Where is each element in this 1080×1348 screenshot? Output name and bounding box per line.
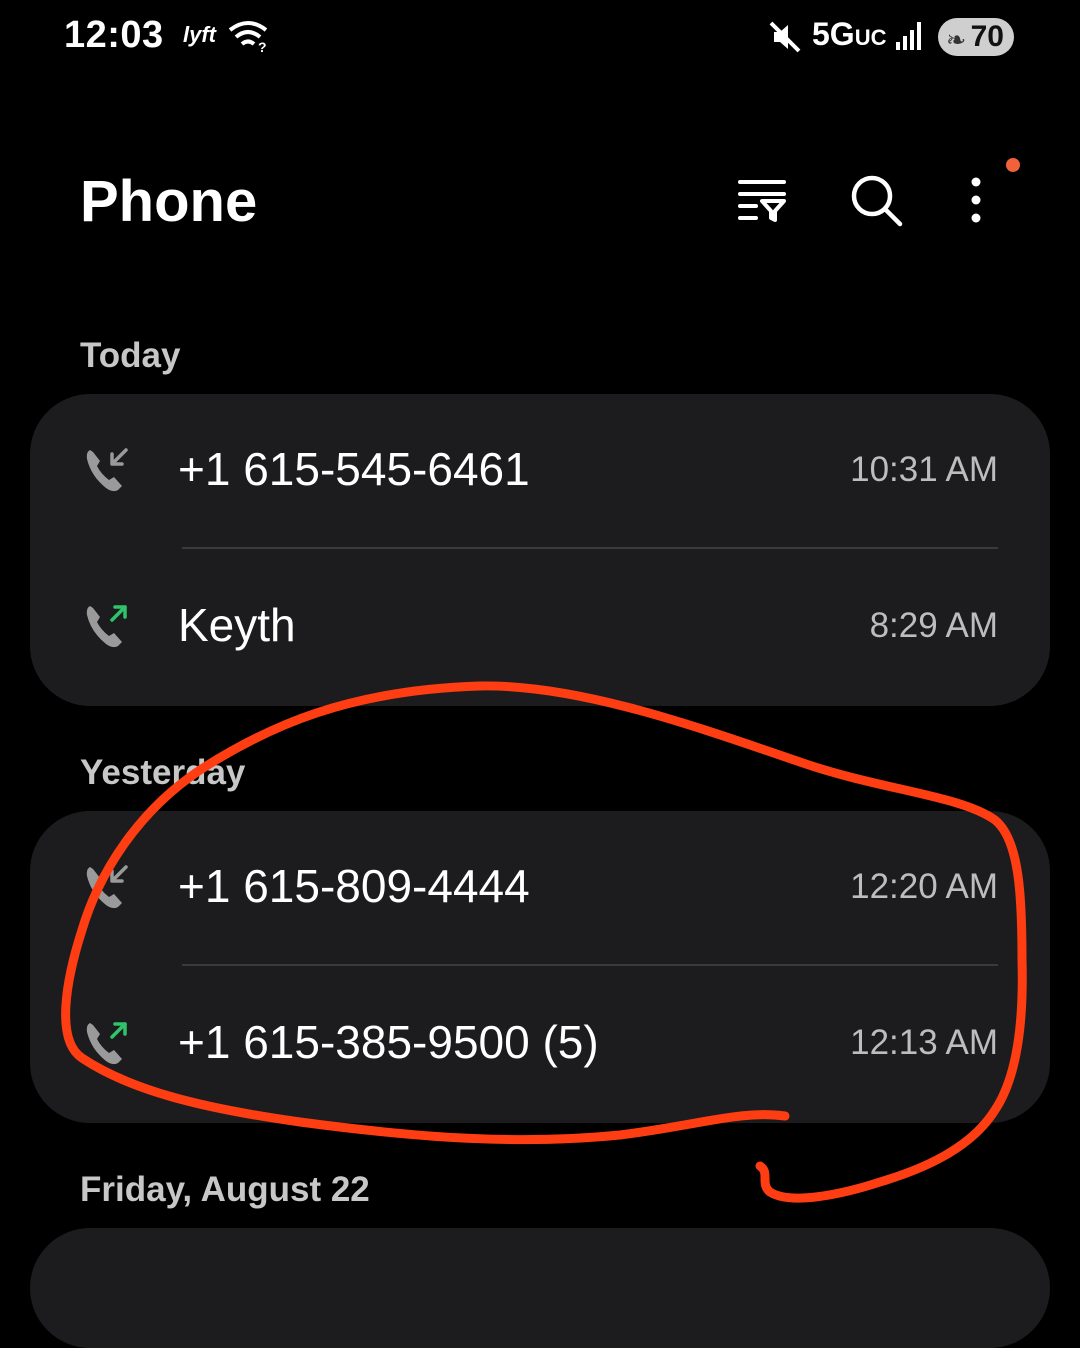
more-options-icon[interactable] xyxy=(946,170,1006,230)
status-time: 12:03 xyxy=(64,14,164,56)
wifi-icon: ? xyxy=(228,21,268,54)
section-label-today: Today xyxy=(80,336,181,375)
call-log-row[interactable]: +1 615-545-6461 10:31 AM xyxy=(30,394,1050,550)
divider xyxy=(182,547,998,549)
call-group-yesterday: +1 615-809-4444 12:20 AM +1 615-385-9500… xyxy=(30,811,1050,1123)
signal-icon xyxy=(896,22,921,50)
outgoing-call-icon xyxy=(86,1022,127,1065)
call-contact: Keyth xyxy=(178,599,296,651)
call-time: 12:20 AM xyxy=(850,867,998,906)
call-contact: +1 615-545-6461 xyxy=(178,443,530,495)
section-label-friday: Friday, August 22 xyxy=(80,1170,370,1209)
call-log-row[interactable]: Keyth 8:29 AM xyxy=(30,550,1050,706)
lyft-icon: lyft xyxy=(183,22,216,47)
filter-icon[interactable] xyxy=(734,170,794,230)
call-group-friday xyxy=(30,1228,1050,1348)
divider xyxy=(182,964,998,966)
call-log-row[interactable]: +1 615-385-9500 (5) 12:13 AM xyxy=(30,967,1050,1123)
call-contact: +1 615-385-9500 (5) xyxy=(178,1016,599,1068)
svg-text:?: ? xyxy=(258,39,267,54)
outgoing-call-icon xyxy=(86,605,127,648)
page-title: Phone xyxy=(80,169,258,234)
call-group-today: +1 615-545-6461 10:31 AM Keyth 8:29 AM xyxy=(30,394,1050,706)
search-icon[interactable] xyxy=(846,170,906,230)
network-indicator: 5GUC xyxy=(812,16,887,52)
call-time: 8:29 AM xyxy=(869,606,998,645)
battery-indicator: ❧ 70 xyxy=(938,18,1014,56)
section-label-yesterday: Yesterday xyxy=(80,753,246,792)
incoming-call-icon xyxy=(86,448,128,492)
call-log-row[interactable]: +1 615-809-4444 12:20 AM xyxy=(30,811,1050,967)
call-contact: +1 615-809-4444 xyxy=(178,860,530,912)
call-time: 12:13 AM xyxy=(850,1023,998,1062)
incoming-call-icon xyxy=(86,865,128,909)
battery-saver-icon: ❧ xyxy=(946,27,967,54)
call-time: 10:31 AM xyxy=(850,450,998,489)
mute-icon xyxy=(769,21,801,53)
notification-dot xyxy=(1006,158,1020,172)
